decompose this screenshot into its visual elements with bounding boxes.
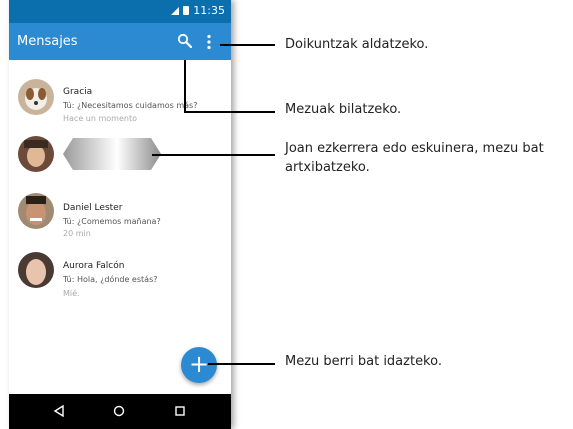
swipe-archive-indicator[interactable] bbox=[63, 138, 161, 170]
new-message-button[interactable]: + bbox=[181, 347, 217, 383]
avatar bbox=[18, 136, 54, 172]
conversation-item[interactable]: Daniel Lester Tú: ¿Comemos mañana? 20 mi… bbox=[9, 189, 231, 243]
home-icon[interactable] bbox=[113, 405, 125, 417]
app-bar: Mensajes bbox=[9, 23, 231, 60]
back-icon[interactable] bbox=[53, 405, 65, 417]
avatar bbox=[18, 252, 54, 288]
conversation-item[interactable]: Aurora Falcón Tú: Hola, ¿dónde estás? Mi… bbox=[9, 248, 231, 302]
callout-line-swipe bbox=[152, 154, 275, 156]
callout-line-search-vertical bbox=[184, 60, 186, 112]
status-bar: 11:35 bbox=[9, 0, 231, 23]
callout-menu-text: Doikuntzak aldatzeko. bbox=[285, 37, 429, 52]
contact-name: Daniel Lester bbox=[63, 203, 123, 213]
callout-line-new bbox=[208, 363, 275, 365]
conversation-item[interactable]: Gracia Tú: ¿Necesitamos cuidamos más? Ha… bbox=[9, 75, 231, 129]
callout-new-text: Mezu berri bat idazteko. bbox=[285, 354, 442, 369]
message-preview: Tú: ¿Necesitamos cuidamos más? bbox=[63, 101, 198, 110]
callout-swipe-text-line1: Joan ezkerrera edo eskuinera, mezu bat bbox=[285, 141, 544, 156]
recents-icon[interactable] bbox=[174, 405, 186, 417]
message-time: Mié. bbox=[63, 289, 80, 298]
more-options-icon[interactable] bbox=[206, 34, 212, 50]
status-time: 11:35 bbox=[193, 4, 225, 17]
message-time: Hace un momento bbox=[63, 114, 137, 123]
callout-line-search-horizontal bbox=[184, 111, 275, 113]
message-time: 20 min bbox=[63, 229, 91, 238]
avatar bbox=[18, 79, 54, 115]
battery-icon bbox=[183, 6, 190, 15]
signal-icon bbox=[171, 6, 180, 15]
callout-swipe-text-line2: artxibatzeko. bbox=[285, 160, 370, 175]
search-icon[interactable] bbox=[177, 33, 193, 49]
contact-name: Gracia bbox=[63, 87, 93, 97]
message-preview: Tú: ¿Comemos mañana? bbox=[63, 217, 161, 226]
status-icons: 11:35 bbox=[171, 4, 225, 17]
navigation-bar bbox=[9, 394, 231, 429]
callout-line-menu bbox=[220, 44, 275, 46]
callout-search-text: Mezuak bilatzeko. bbox=[285, 102, 402, 117]
message-preview: Tú: Hola, ¿dónde estás? bbox=[63, 275, 158, 284]
contact-name: Aurora Falcón bbox=[63, 261, 125, 271]
phone-screen: 11:35 Mensajes Gracia Tú: ¿Necesitamos c… bbox=[9, 0, 231, 429]
app-title: Mensajes bbox=[17, 34, 78, 49]
avatar bbox=[18, 193, 54, 229]
